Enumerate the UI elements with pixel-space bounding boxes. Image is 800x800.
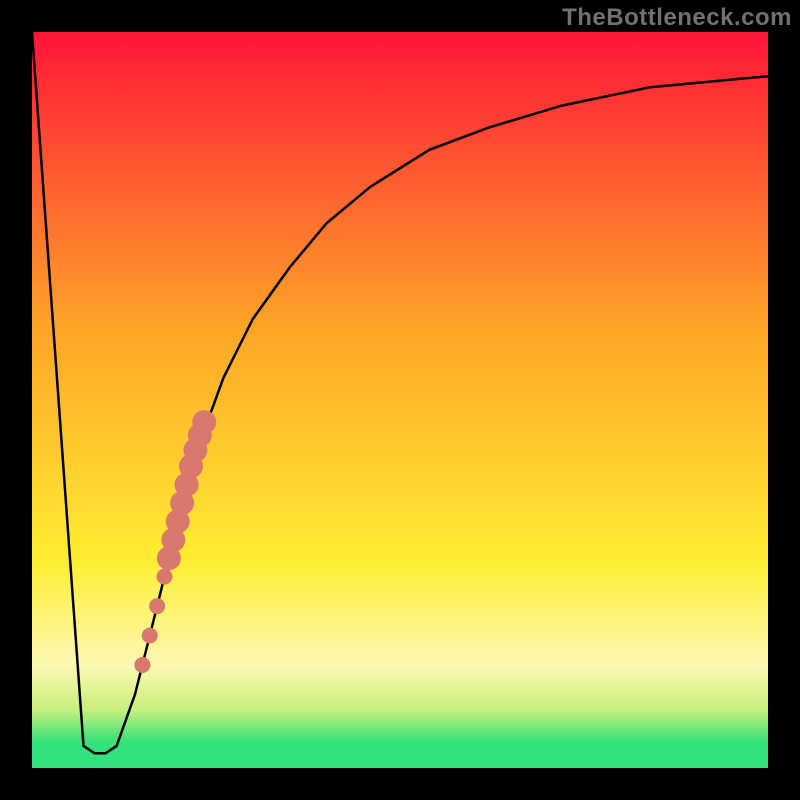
curve-marker (192, 410, 216, 434)
watermark-text: TheBottleneck.com (562, 4, 792, 32)
curve-marker (149, 598, 165, 614)
curve-marker (156, 569, 172, 585)
curve-marker (142, 628, 158, 644)
chart-container: TheBottleneck.com (0, 0, 800, 800)
curve-marker (134, 657, 150, 673)
bottleneck-chart (0, 0, 800, 800)
